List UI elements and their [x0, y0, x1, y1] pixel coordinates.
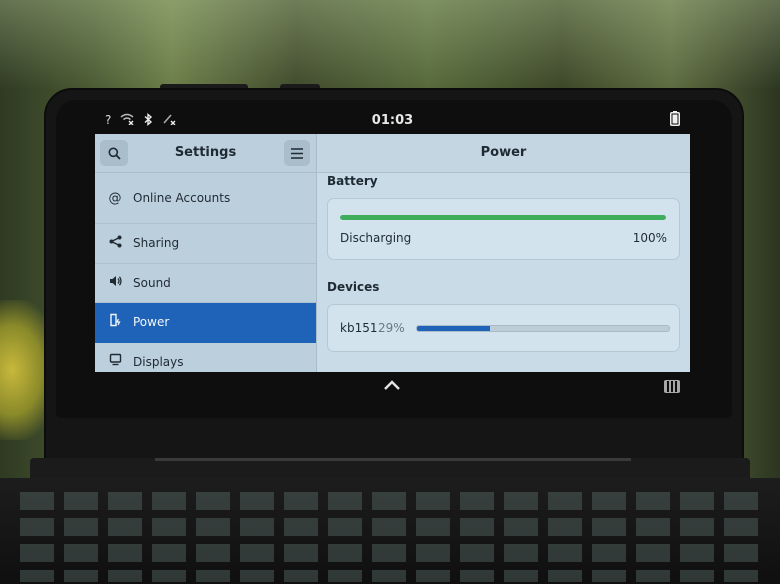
- display-icon: [107, 353, 123, 370]
- speaker-icon: [107, 275, 123, 291]
- clock: 01:03: [371, 113, 414, 128]
- sidebar-item-label: Power: [133, 315, 170, 330]
- device-row: kb151 29%: [327, 304, 680, 352]
- sidebar-item-power[interactable]: Power: [95, 303, 316, 343]
- panel-header: Power: [317, 134, 690, 173]
- battery-section-title: Battery: [327, 174, 378, 188]
- power-icon: [107, 313, 123, 331]
- keyboard-keys: [20, 492, 760, 582]
- sidebar-item-label: Sound: [133, 275, 171, 290]
- device-percent: 29%: [378, 321, 405, 335]
- sidebar-item-online-accounts[interactable]: @ Online Accounts: [95, 173, 316, 224]
- sidebar-item-displays[interactable]: Displays: [95, 343, 316, 373]
- settings-window: Settings @ Online Accounts Sharing Sound: [95, 134, 690, 372]
- battery-status: Discharging: [340, 231, 412, 245]
- battery-percent: 100%: [632, 231, 667, 245]
- sidebar-header: Settings: [95, 134, 316, 173]
- sidebar: Settings @ Online Accounts Sharing Sound: [95, 134, 317, 372]
- chevron-up-icon[interactable]: [383, 376, 401, 395]
- sidebar-item-label: Online Accounts: [133, 191, 231, 205]
- share-icon: [107, 235, 123, 252]
- sidebar-item-label: Sharing: [133, 236, 180, 251]
- device-name: kb151: [340, 321, 378, 335]
- battery-level-bar: [340, 215, 666, 220]
- menu-button[interactable]: [284, 140, 310, 166]
- device-level-bar: [416, 325, 670, 332]
- devices-section-title: Devices: [327, 280, 380, 294]
- sidebar-item-label: Displays: [133, 354, 184, 369]
- page-title: Power: [480, 145, 527, 160]
- menu-icon: [291, 147, 303, 159]
- at-icon: @: [108, 190, 122, 206]
- power-panel: Power Battery Discharging 100% Devices k…: [317, 134, 690, 372]
- battery-level-fill: [340, 215, 666, 220]
- background-light: [0, 0, 780, 90]
- sidebar-item-sound[interactable]: Sound: [95, 264, 316, 303]
- device-level-fill: [417, 326, 491, 331]
- sidebar-item-sharing[interactable]: Sharing: [95, 224, 316, 264]
- hinge-highlight: [155, 458, 631, 461]
- keyboard-icon[interactable]: [664, 380, 680, 393]
- status-bar: ? 01:03: [95, 108, 690, 134]
- battery-full-icon[interactable]: [670, 111, 680, 130]
- bottom-bar: [95, 372, 690, 402]
- battery-card: Discharging 100%: [327, 198, 680, 260]
- sidebar-title: Settings: [174, 145, 237, 160]
